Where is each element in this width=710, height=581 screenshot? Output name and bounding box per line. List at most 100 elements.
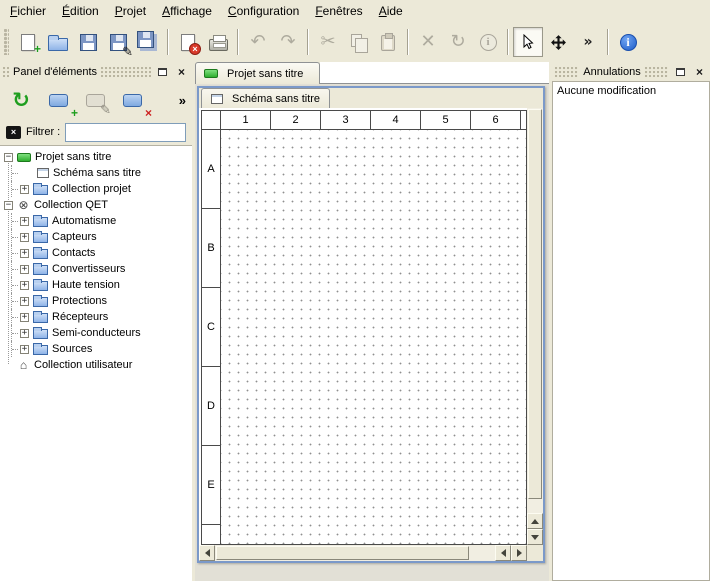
vscroll-track[interactable] <box>527 108 543 513</box>
expand-icon[interactable]: + <box>20 233 29 242</box>
close-icon: × <box>178 66 185 78</box>
schema-tab[interactable]: Schéma sans titre <box>201 88 330 108</box>
tree-item-protections[interactable]: + Protections <box>0 293 192 309</box>
undo-history-list[interactable]: Aucune modification <box>552 81 710 581</box>
tree-item-capteurs[interactable]: + Capteurs <box>0 229 192 245</box>
expand-icon[interactable]: + <box>20 265 29 274</box>
scrollbar-corner <box>527 545 543 561</box>
elements-overflow-button[interactable]: » <box>179 93 186 108</box>
vertical-scrollbar[interactable] <box>527 108 543 545</box>
about-button[interactable]: i <box>613 27 643 57</box>
ruler-row-filler <box>202 525 221 544</box>
diagram-sheet[interactable]: 1 2 3 4 5 6 A B C D E <box>201 110 527 545</box>
project-tab[interactable]: Projet sans titre <box>195 62 320 84</box>
element-tree[interactable]: − Projet sans titre Schéma sans titre + … <box>0 145 192 581</box>
project-tabbar: Projet sans titre <box>195 62 549 84</box>
menu-edition[interactable]: Édition <box>54 0 107 22</box>
tree-item-collection-qet[interactable]: − ⊗ Collection QET <box>0 197 192 213</box>
cut-button[interactable]: ✂ <box>313 27 343 57</box>
diagram-grid-canvas[interactable] <box>221 130 526 544</box>
menu-affichage[interactable]: Affichage <box>154 0 220 22</box>
dock-handle <box>3 67 9 77</box>
menu-aide[interactable]: Aide <box>371 0 411 22</box>
expand-icon[interactable]: + <box>20 297 29 306</box>
menu-projet[interactable]: Projet <box>107 0 154 22</box>
select-tool-button[interactable] <box>513 27 543 57</box>
elements-panel-titlebar[interactable]: Panel d'éléments × <box>0 62 192 81</box>
tree-item-recepteurs[interactable]: + Récepteurs <box>0 309 192 325</box>
mdi-area: Projet sans titre Schéma sans titre <box>195 62 549 581</box>
hscroll-thumb[interactable] <box>216 546 469 560</box>
redo-button[interactable]: ↷ <box>273 27 303 57</box>
vscroll-thumb[interactable] <box>528 109 542 499</box>
undo-button[interactable]: ↶ <box>243 27 273 57</box>
close-file-button[interactable]: × <box>173 27 203 57</box>
menu-fichier[interactable]: Fichier <box>2 0 54 22</box>
tree-item-collection-projet[interactable]: + Collection projet <box>0 181 192 197</box>
hscroll-track[interactable] <box>215 545 495 561</box>
toolbar-overflow-button[interactable]: » <box>573 27 603 57</box>
reload-collections-button[interactable]: ↻ <box>6 86 36 114</box>
save-as-button[interactable]: ✎ <box>103 27 133 57</box>
tree-item-contacts[interactable]: + Contacts <box>0 245 192 261</box>
collapse-icon[interactable]: − <box>4 201 13 210</box>
print-button[interactable] <box>203 27 233 57</box>
toolbar-grip[interactable] <box>4 29 9 55</box>
undo-panel-titlebar[interactable]: Annulations × <box>552 62 710 81</box>
scroll-down-button[interactable] <box>527 529 543 545</box>
arrow-left-icon <box>205 549 210 557</box>
menu-configuration[interactable]: Configuration <box>220 0 307 22</box>
qelectrotech-window: Fichier Édition Projet Affichage Configu… <box>0 0 710 581</box>
ruler-column: 2 <box>271 111 321 130</box>
folder-icon <box>33 249 48 259</box>
copy-button[interactable] <box>343 27 373 57</box>
open-file-button[interactable] <box>43 27 73 57</box>
tree-item-convertisseurs[interactable]: + Convertisseurs <box>0 261 192 277</box>
scroll-left-button-2[interactable] <box>495 545 511 561</box>
new-file-button[interactable]: + <box>13 27 43 57</box>
clear-filter-icon[interactable]: × <box>6 126 21 139</box>
delete-button[interactable]: ✕ <box>413 27 443 57</box>
save-all-button[interactable] <box>133 27 163 57</box>
menu-fenetres[interactable]: Fenêtres <box>307 0 370 22</box>
float-panel-button[interactable] <box>155 65 170 79</box>
rotate-button[interactable]: ↻ <box>443 27 473 57</box>
edit-element-button[interactable]: ✎ <box>80 86 110 114</box>
float-panel-button[interactable] <box>673 65 688 79</box>
close-panel-button[interactable]: × <box>692 65 707 79</box>
move-arrows-icon <box>550 34 567 51</box>
filter-input[interactable] <box>65 123 186 142</box>
scroll-left-button[interactable] <box>199 545 215 561</box>
collapse-icon[interactable]: − <box>4 153 13 162</box>
horizontal-scrollbar[interactable] <box>199 545 527 561</box>
tree-item-projet-sans-titre[interactable]: − Projet sans titre <box>0 149 192 165</box>
expand-icon[interactable]: + <box>20 345 29 354</box>
folder-icon <box>33 329 48 339</box>
save-button[interactable] <box>73 27 103 57</box>
expand-icon[interactable]: + <box>20 313 29 322</box>
move-tool-button[interactable] <box>543 27 573 57</box>
expand-icon[interactable]: + <box>20 329 29 338</box>
expand-icon[interactable]: + <box>20 217 29 226</box>
tree-item-haute-tension[interactable]: + Haute tension <box>0 277 192 293</box>
scroll-right-button[interactable] <box>511 545 527 561</box>
tree-item-semi-conducteurs[interactable]: + Semi-conducteurs <box>0 325 192 341</box>
tree-item-schema-sans-titre[interactable]: Schéma sans titre <box>0 165 192 181</box>
scroll-up-button[interactable] <box>527 513 543 529</box>
expand-icon[interactable]: + <box>20 249 29 258</box>
new-element-button[interactable]: + <box>43 86 73 114</box>
close-panel-button[interactable]: × <box>174 65 189 79</box>
element-icon <box>49 94 68 107</box>
dock-handle <box>555 67 579 77</box>
tree-item-collection-utilisateur[interactable]: ⌂ Collection utilisateur <box>0 357 192 373</box>
ruler-column: 6 <box>471 111 521 130</box>
rotate-icon: ↻ <box>450 33 465 51</box>
info-button[interactable]: i <box>473 27 503 57</box>
ruler-row: B <box>202 209 221 288</box>
expand-icon[interactable]: + <box>20 185 29 194</box>
expand-icon[interactable]: + <box>20 281 29 290</box>
tree-item-automatisme[interactable]: + Automatisme <box>0 213 192 229</box>
paste-button[interactable] <box>373 27 403 57</box>
delete-element-button[interactable]: × <box>117 86 147 114</box>
tree-item-sources[interactable]: + Sources <box>0 341 192 357</box>
